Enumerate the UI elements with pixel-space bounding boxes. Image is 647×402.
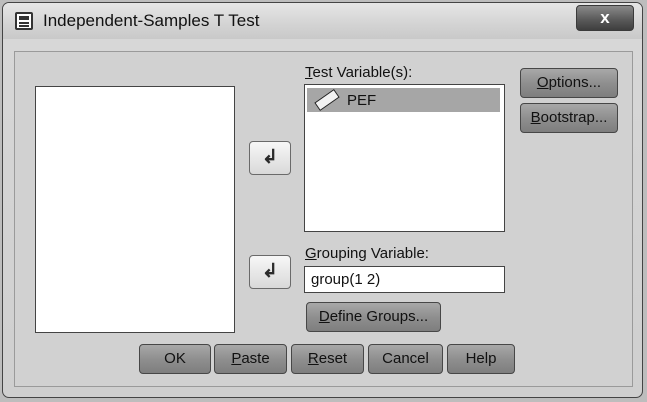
cancel-button[interactable]: Cancel [368, 344, 443, 374]
reset-button[interactable]: Reset [291, 344, 364, 374]
source-variable-list[interactable] [35, 86, 235, 333]
grouping-variable-label: Grouping Variable: [305, 245, 429, 262]
title-bar[interactable]: Independent-Samples T Test x [3, 3, 642, 39]
grouping-variable-field[interactable]: group(1 2) [304, 266, 505, 293]
dialog-body: ↲ ↲ Test Variable(s): PEF Grouping Varia… [14, 51, 633, 387]
close-button[interactable]: x [576, 5, 634, 31]
scale-ruler-icon [314, 89, 340, 111]
bootstrap-button[interactable]: Bootstrap... [520, 103, 618, 133]
test-variable-item[interactable]: PEF [307, 88, 500, 112]
define-groups-button[interactable]: Define Groups... [306, 302, 441, 332]
dialog-title: Independent-Samples T Test [43, 11, 260, 30]
move-to-test-variables-button[interactable]: ↲ [249, 141, 291, 175]
help-button[interactable]: Help [447, 344, 515, 374]
paste-button[interactable]: Paste [214, 344, 287, 374]
ok-button[interactable]: OK [139, 344, 211, 374]
test-variables-label: Test Variable(s): [305, 64, 413, 81]
move-to-grouping-variable-button[interactable]: ↲ [249, 255, 291, 289]
test-variable-label: PEF [347, 91, 377, 109]
options-button[interactable]: Options... [520, 68, 618, 98]
test-variables-list[interactable]: PEF [304, 84, 505, 232]
arrow-icon: ↲ [262, 147, 278, 168]
close-icon: x [600, 8, 610, 27]
dialog-window: Independent-Samples T Test x ↲ ↲ Test Va… [2, 2, 643, 398]
arrow-icon: ↲ [262, 261, 278, 282]
spss-app-icon [15, 12, 33, 30]
